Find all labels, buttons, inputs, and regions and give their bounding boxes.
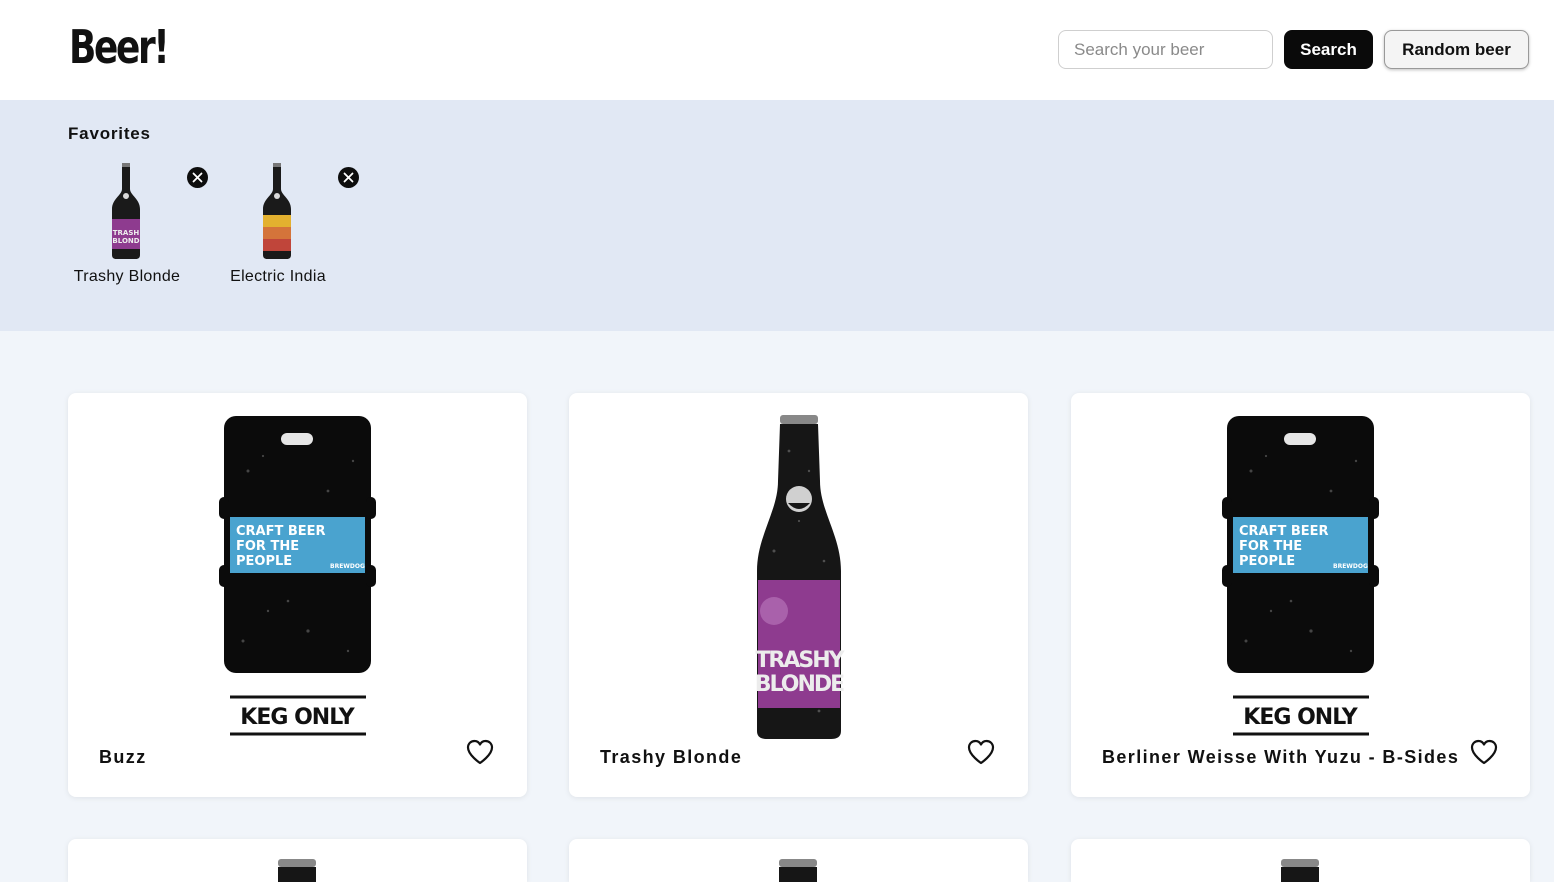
search-button[interactable]: Search	[1284, 30, 1373, 69]
beer-bottle-thumbnail	[263, 163, 291, 259]
favorite-name: Trashy Blonde	[73, 268, 181, 285]
beer-bottle-thumbnail: TRASH BLOND	[112, 163, 140, 259]
favorite-name: Electric India	[230, 268, 326, 285]
keg-brand: BREWDOG	[330, 563, 365, 570]
close-icon	[343, 172, 354, 183]
beer-card[interactable]: CRAFT BEER FOR THE PEOPLE BREWDOG KEG ONLY…	[1071, 393, 1530, 797]
beer-card[interactable]: TRASHY BLONDE Trashy Blonde	[569, 393, 1028, 797]
keg-only-label: KEG ONLY	[240, 705, 355, 730]
favorite-button[interactable]	[465, 738, 495, 768]
remove-favorite-button[interactable]	[187, 167, 208, 188]
beer-card[interactable]: CRAFT BEER FOR THE PEOPLE BREWDOG KEG ONLY…	[68, 393, 527, 797]
svg-text:BLONDE: BLONDE	[755, 672, 844, 697]
close-icon	[192, 172, 203, 183]
keg-only-label: KEG ONLY	[1243, 705, 1358, 730]
svg-text:BLOND: BLOND	[112, 237, 139, 245]
keg-image: CRAFT BEER FOR THE PEOPLE BREWDOG KEG ONLY	[1222, 416, 1379, 736]
svg-text:TRASH: TRASH	[113, 229, 140, 237]
beer-card[interactable]	[68, 839, 527, 882]
keg-brand: BREWDOG	[1333, 563, 1368, 570]
beer-card[interactable]	[569, 839, 1028, 882]
remove-favorite-button[interactable]	[338, 167, 359, 188]
bottle-label-text: TRASHY	[755, 648, 845, 673]
favorite-item[interactable]: TRASH BLOND Trashy Blonde	[67, 163, 208, 293]
app-header: Beer! Search Random beer	[0, 0, 1554, 100]
favorite-button[interactable]	[1469, 738, 1499, 768]
beer-name: Trashy Blonde	[600, 747, 743, 767]
beer-bottle-image	[779, 859, 817, 882]
beer-name: Buzz	[99, 747, 147, 767]
heart-icon	[466, 739, 494, 764]
favorite-item[interactable]: Electric India	[218, 163, 359, 293]
keg-image: CRAFT BEER FOR THE PEOPLE BREWDOG KEG ONLY	[219, 416, 376, 736]
favorite-button[interactable]	[966, 738, 996, 768]
heart-icon	[1470, 739, 1498, 764]
favorites-title: Favorites	[68, 124, 151, 143]
beer-bottle-image	[1281, 859, 1319, 882]
favorites-section: Favorites TRASH BLOND Trashy Blonde Elec…	[0, 100, 1554, 331]
beer-name: Berliner Weisse With Yuzu - B-Sides	[1102, 747, 1460, 767]
app-logo[interactable]: Beer!	[69, 20, 170, 74]
heart-icon	[967, 739, 995, 764]
random-beer-button[interactable]: Random beer	[1384, 30, 1529, 69]
beer-card[interactable]	[1071, 839, 1530, 882]
beer-bottle-image: TRASHY BLONDE	[755, 415, 848, 739]
search-input[interactable]	[1058, 30, 1273, 69]
beer-bottle-image	[278, 859, 316, 882]
